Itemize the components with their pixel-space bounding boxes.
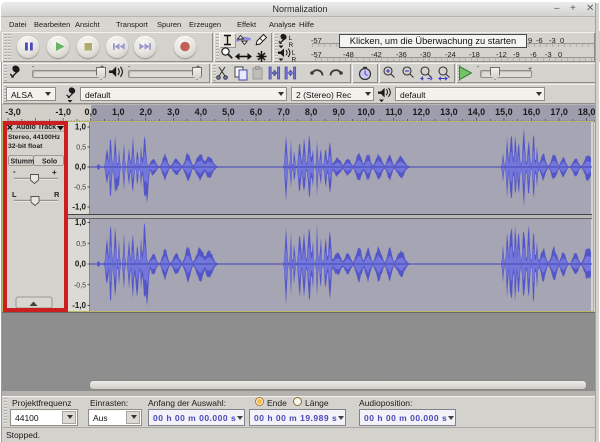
svg-text:2,0: 2,0 bbox=[140, 107, 153, 117]
svg-text:L: L bbox=[289, 35, 293, 42]
svg-text:1,0: 1,0 bbox=[75, 218, 87, 227]
svg-text:18,0: 18,0 bbox=[578, 107, 596, 117]
svg-text:1,0: 1,0 bbox=[75, 123, 87, 132]
svg-text:6,0: 6,0 bbox=[250, 107, 263, 117]
svg-text:17,0: 17,0 bbox=[550, 107, 568, 117]
svg-text:14,0: 14,0 bbox=[468, 107, 486, 117]
svg-text:15,0: 15,0 bbox=[495, 107, 513, 117]
svg-text:13,0: 13,0 bbox=[440, 107, 458, 117]
svg-text:0,5: 0,5 bbox=[76, 145, 86, 152]
svg-text:3,0: 3,0 bbox=[167, 107, 180, 117]
svg-text:10,0: 10,0 bbox=[357, 107, 375, 117]
svg-text:-1,0: -1,0 bbox=[72, 301, 86, 310]
svg-text:R: R bbox=[289, 42, 294, 49]
svg-text:7,0: 7,0 bbox=[277, 107, 290, 117]
svg-text:L: L bbox=[292, 50, 296, 57]
svg-text:8,0: 8,0 bbox=[305, 107, 318, 117]
svg-text:5,0: 5,0 bbox=[222, 107, 235, 117]
svg-text:4,0: 4,0 bbox=[195, 107, 208, 117]
svg-text:0,0: 0,0 bbox=[75, 163, 87, 172]
svg-text:16,0: 16,0 bbox=[523, 107, 541, 117]
svg-text:-1,0: -1,0 bbox=[72, 203, 86, 212]
svg-text:12,0: 12,0 bbox=[413, 107, 431, 117]
svg-text:0,0: 0,0 bbox=[84, 107, 97, 117]
svg-text:-0,5: -0,5 bbox=[74, 185, 86, 192]
svg-text:-0,5: -0,5 bbox=[74, 282, 86, 289]
svg-text:0,5: 0,5 bbox=[76, 241, 86, 248]
svg-text:11,0: 11,0 bbox=[385, 107, 402, 117]
svg-text:0,0: 0,0 bbox=[75, 260, 87, 269]
svg-text:9,0: 9,0 bbox=[332, 107, 345, 117]
svg-text:-3,0: -3,0 bbox=[5, 107, 21, 117]
svg-text:1,0: 1,0 bbox=[112, 107, 125, 117]
svg-text:-1,0: -1,0 bbox=[55, 107, 71, 117]
